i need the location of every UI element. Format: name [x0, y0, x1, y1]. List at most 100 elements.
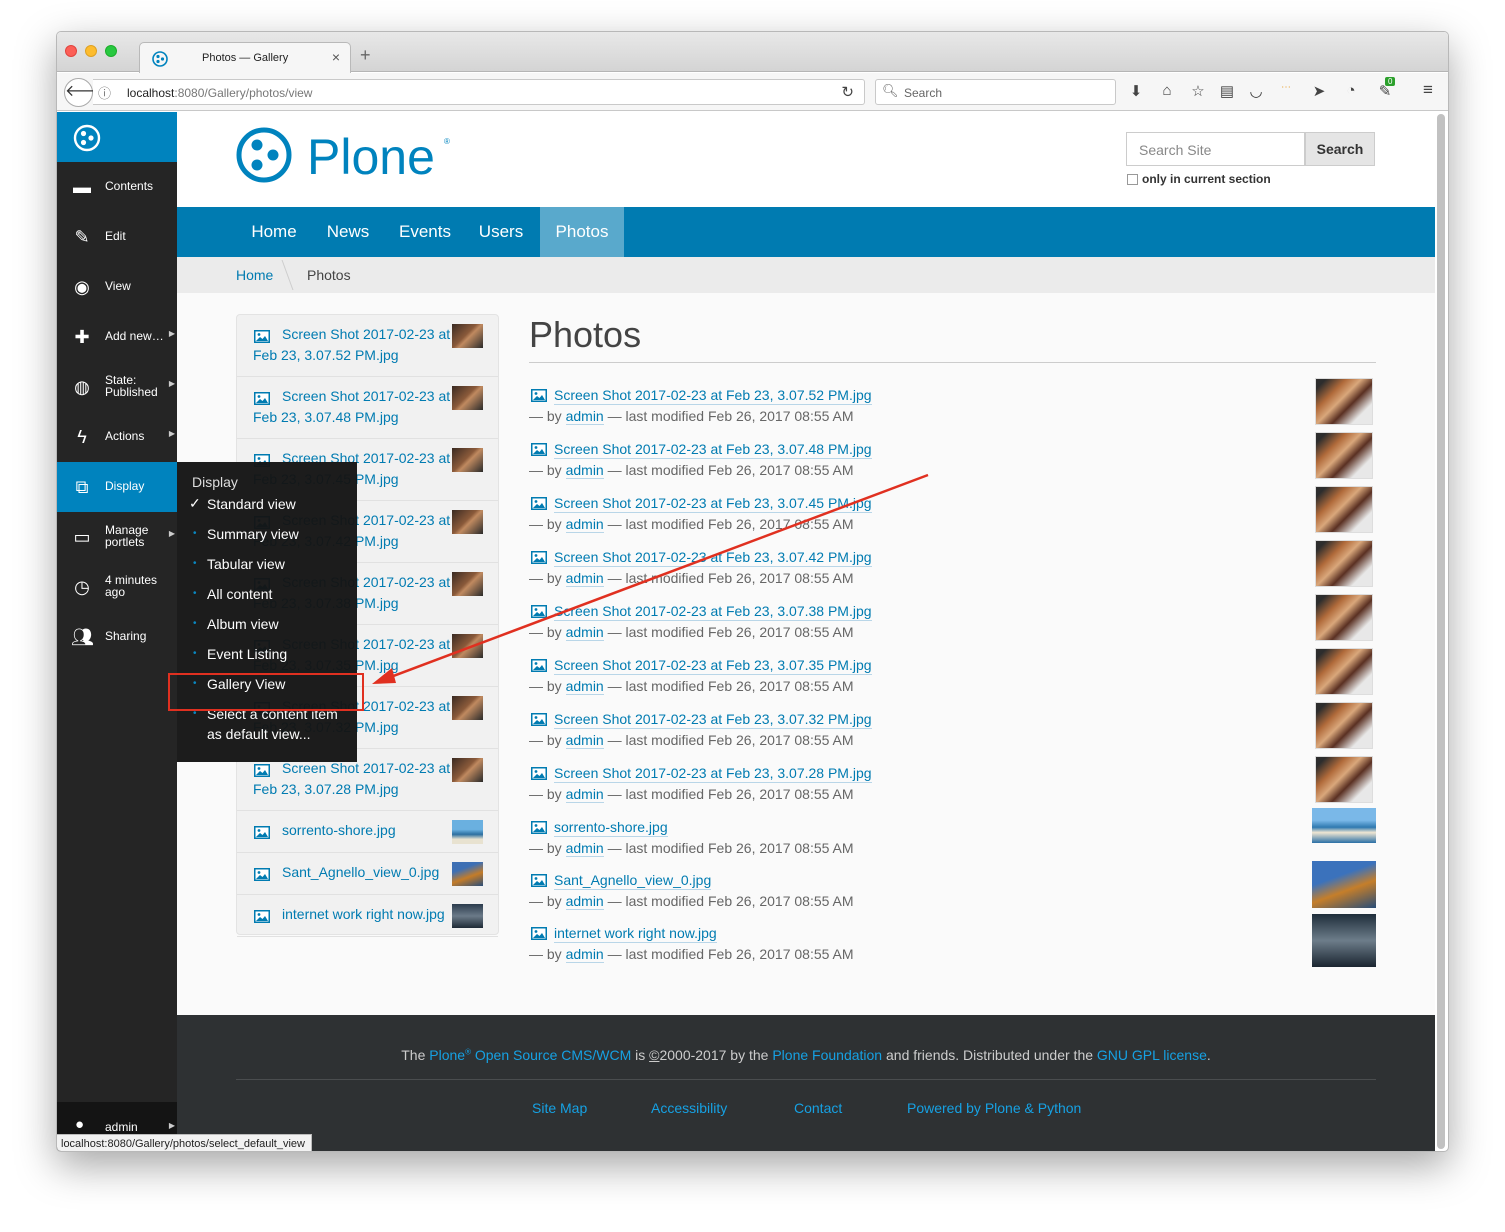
- display-menu-item[interactable]: All content: [207, 586, 272, 602]
- content-item-title[interactable]: Screen Shot 2017-02-23 at Feb 23, 3.07.5…: [554, 386, 872, 405]
- content-item-title[interactable]: Screen Shot 2017-02-23 at Feb 23, 3.07.4…: [554, 548, 872, 567]
- hamburger-menu-icon[interactable]: ≡: [1418, 80, 1438, 100]
- author-link[interactable]: admin: [565, 893, 604, 910]
- footer-license-link[interactable]: GNU GPL license: [1097, 1047, 1207, 1063]
- page-scrollbar[interactable]: [1437, 114, 1445, 1149]
- content-item-thumbnail[interactable]: [1315, 648, 1373, 695]
- content-item-thumbnail[interactable]: [1315, 702, 1373, 749]
- content-item-title[interactable]: sorrento-shore.jpg: [554, 818, 668, 837]
- display-menu-item[interactable]: Summary view: [207, 526, 299, 542]
- send-icon[interactable]: ➤: [1309, 82, 1329, 100]
- history-icon[interactable]: ◔: [1341, 82, 1361, 99]
- content-item-title[interactable]: Screen Shot 2017-02-23 at Feb 23, 3.07.4…: [554, 440, 872, 459]
- content-item-title[interactable]: internet work right now.jpg: [554, 924, 717, 943]
- toolbar-item-add-new[interactable]: ✚ Add new… ▶: [57, 312, 177, 362]
- footer-plone-link[interactable]: Plone® Open Source CMS/WCM: [429, 1047, 631, 1063]
- footer-link-contact[interactable]: Contact: [794, 1100, 842, 1116]
- content-item-title[interactable]: Screen Shot 2017-02-23 at Feb 23, 3.07.2…: [554, 764, 872, 783]
- portlet-item[interactable]: sorrento-shore.jpg: [237, 811, 498, 853]
- display-menu-item[interactable]: Tabular view: [207, 556, 285, 572]
- nav-item-photos[interactable]: Photos: [540, 207, 624, 257]
- author-link[interactable]: admin: [565, 678, 604, 695]
- download-icon[interactable]: ⬇: [1126, 82, 1146, 100]
- nav-item-events[interactable]: Events: [384, 207, 466, 257]
- content-item-thumbnail[interactable]: [1312, 861, 1376, 908]
- site-logo[interactable]: Plone ®: [235, 126, 455, 195]
- toolbar-item-history[interactable]: ◷ 4 minutes ago: [57, 562, 177, 612]
- minimize-window-button[interactable]: [85, 45, 97, 57]
- display-menu-item[interactable]: Standard view: [207, 496, 296, 512]
- display-menu-item[interactable]: Album view: [207, 616, 279, 632]
- nav-item-users[interactable]: Users: [466, 207, 536, 257]
- reload-icon[interactable]: ↻: [841, 83, 854, 101]
- author-link[interactable]: admin: [565, 840, 604, 857]
- content-item-title[interactable]: Screen Shot 2017-02-23 at Feb 23, 3.07.3…: [554, 602, 872, 621]
- footer-foundation-link[interactable]: Plone Foundation: [772, 1047, 882, 1063]
- author-link[interactable]: admin: [565, 516, 604, 533]
- display-menu-item[interactable]: Event Listing: [207, 646, 287, 662]
- site-search-input[interactable]: Search Site: [1126, 132, 1305, 166]
- toolbar-item-manage-portlets[interactable]: ▭ Manage portlets ▶: [57, 512, 177, 562]
- bookmark-star-icon[interactable]: ☆: [1188, 82, 1208, 100]
- browser-search-bar[interactable]: 🔍︎ Search: [875, 79, 1116, 105]
- author-link[interactable]: admin: [565, 570, 604, 587]
- content-item-title[interactable]: Screen Shot 2017-02-23 at Feb 23, 3.07.3…: [554, 656, 872, 675]
- content-item-thumbnail[interactable]: [1315, 540, 1373, 587]
- close-tab-icon[interactable]: ×: [332, 49, 340, 65]
- breadcrumb-home[interactable]: Home: [236, 267, 273, 283]
- content-item-thumbnail[interactable]: [1315, 486, 1373, 533]
- author-link[interactable]: admin: [565, 408, 604, 425]
- footer-colophon: The Plone® Open Source CMS/WCM is ©2000-…: [177, 1047, 1435, 1063]
- portlet-item[interactable]: Screen Shot 2017-02-23 at Feb 23, 3.07.48…: [237, 377, 498, 439]
- author-link[interactable]: admin: [565, 786, 604, 803]
- toolbar-item-display[interactable]: ⧉ Display: [57, 462, 177, 512]
- user-icon: ●: [75, 1116, 85, 1133]
- content-item-thumbnail[interactable]: [1312, 808, 1376, 843]
- content-item-thumbnail[interactable]: [1312, 914, 1376, 967]
- info-icon[interactable]: ⓘ: [98, 83, 111, 102]
- content-item: Screen Shot 2017-02-23 at Feb 23, 3.07.3…: [529, 648, 1376, 708]
- content-item-title[interactable]: Sant_Agnello_view_0.jpg: [554, 871, 712, 890]
- content-item-thumbnail[interactable]: [1315, 378, 1373, 425]
- new-tab-button[interactable]: +: [360, 46, 371, 64]
- zoom-window-button[interactable]: [105, 45, 117, 57]
- toolbar-item-state[interactable]: ◍ State: Published ▶: [57, 362, 177, 412]
- content-item-meta: — by admin — last modified Feb 26, 2017 …: [529, 461, 854, 479]
- content-item-thumbnail[interactable]: [1315, 594, 1373, 641]
- footer-link-site-map[interactable]: Site Map: [532, 1100, 587, 1116]
- content-item-thumbnail[interactable]: [1315, 432, 1373, 479]
- footer-link-powered-by[interactable]: Powered by Plone & Python: [907, 1100, 1081, 1116]
- toolbar-item-edit[interactable]: ✎ Edit: [57, 212, 177, 262]
- url-bar[interactable]: ⓘ localhost:8080/Gallery/photos/view ↻: [93, 79, 865, 105]
- browser-tab[interactable]: Photos — Gallery ×: [139, 42, 351, 73]
- toolbar-item-actions[interactable]: ϟ Actions ▶: [57, 412, 177, 462]
- portlet-item[interactable]: Screen Shot 2017-02-23 at Feb 23, 3.07.52…: [237, 315, 498, 377]
- close-window-button[interactable]: [65, 45, 77, 57]
- home-icon[interactable]: ⌂: [1157, 82, 1177, 99]
- toolbar-item-sharing[interactable]: 👥︎ Sharing: [57, 612, 177, 662]
- site-search-button[interactable]: Search: [1305, 132, 1375, 166]
- toolbar-item-contents[interactable]: ▬ Contents: [57, 162, 177, 212]
- bullet-icon: •: [193, 558, 197, 569]
- nav-item-home[interactable]: Home: [236, 207, 312, 257]
- footer-link-accessibility[interactable]: Accessibility: [651, 1100, 727, 1116]
- only-section-checkbox[interactable]: [1127, 174, 1138, 185]
- author-link[interactable]: admin: [565, 946, 604, 963]
- pocket-icon[interactable]: ◡: [1246, 82, 1266, 100]
- toolbar-logo[interactable]: [57, 112, 177, 162]
- author-link[interactable]: admin: [565, 624, 604, 641]
- content-item-title[interactable]: Screen Shot 2017-02-23 at Feb 23, 3.07.4…: [554, 494, 872, 513]
- portlet-item[interactable]: internet work right now.jpg: [237, 895, 498, 937]
- toolbar-item-view[interactable]: ◉ View: [57, 262, 177, 312]
- content-item-thumbnail[interactable]: [1315, 756, 1373, 803]
- breadcrumb-separator: [281, 260, 294, 290]
- reading-list-icon[interactable]: ▤: [1217, 82, 1237, 100]
- content-item-title[interactable]: Screen Shot 2017-02-23 at Feb 23, 3.07.3…: [554, 710, 872, 729]
- only-current-section[interactable]: only in current section: [1127, 172, 1271, 186]
- author-link[interactable]: admin: [565, 462, 604, 479]
- back-button[interactable]: 🡐: [64, 78, 108, 107]
- portlet-item[interactable]: Sant_Agnello_view_0.jpg: [237, 853, 498, 895]
- author-link[interactable]: admin: [565, 732, 604, 749]
- nav-item-news[interactable]: News: [312, 207, 384, 257]
- rss-icon[interactable]: ⋯: [1276, 82, 1296, 93]
